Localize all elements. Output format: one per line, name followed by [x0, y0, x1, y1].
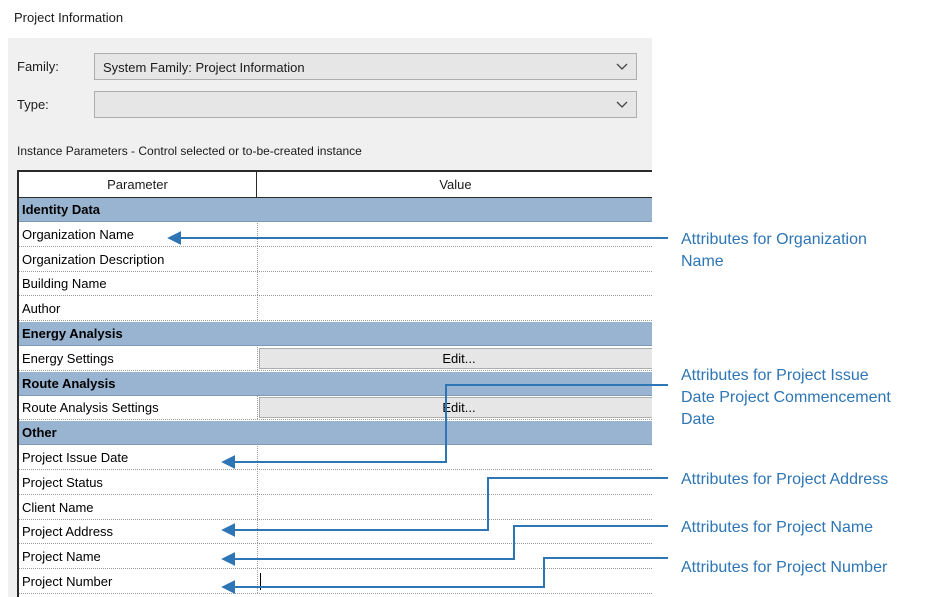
annotation-line: Attributes for Organization — [681, 231, 867, 248]
annotation-line: Date — [681, 411, 715, 428]
parameter-name: Route Analysis Settings — [22, 400, 159, 416]
column-separator — [257, 297, 258, 321]
column-separator — [257, 520, 258, 544]
chevron-down-icon[interactable] — [616, 101, 628, 109]
parameter-column-header[interactable]: Parameter — [19, 172, 257, 198]
annotation-project-address: Attributes for Project Address — [681, 471, 889, 488]
group-label: Identity Data — [22, 202, 101, 217]
parameter-row-building-name[interactable]: Building Name — [19, 272, 652, 297]
column-separator — [257, 446, 258, 469]
group-row-route-analysis[interactable]: Route Analysis — [19, 371, 652, 396]
parameter-row-author[interactable]: Author — [19, 297, 652, 322]
column-separator — [257, 545, 258, 569]
parameter-name: Building Name — [22, 276, 107, 292]
annotation-project-name: Attributes for Project Name — [681, 519, 874, 536]
parameter-name: Project Number — [22, 574, 113, 589]
group-label: Other — [22, 425, 57, 441]
group-row-energy-analysis[interactable]: Energy Analysis — [19, 322, 652, 346]
family-label: Family: — [17, 59, 59, 74]
column-separator — [257, 495, 258, 519]
type-dropdown[interactable] — [94, 91, 637, 118]
annotation-line: Date Project Commencement — [681, 389, 891, 406]
parameter-row-project-address[interactable]: Project Address — [19, 520, 652, 545]
group-row-identity-data[interactable]: Identity Data — [19, 198, 652, 222]
text-caret — [260, 573, 261, 590]
column-separator — [257, 470, 258, 494]
parameter-row-project-name[interactable]: Project Name — [19, 545, 652, 570]
instance-parameters-caption: Instance Parameters - Control selected o… — [17, 144, 362, 158]
column-separator — [257, 570, 258, 593]
column-separator — [257, 346, 258, 370]
annotation-line: Name — [681, 253, 724, 270]
parameter-row-project-status[interactable]: Project Status — [19, 470, 652, 495]
value-column-header[interactable]: Value — [257, 172, 652, 198]
parameter-row-project-issue-date[interactable]: Project Issue Date — [19, 446, 652, 470]
parameter-row-organization-name[interactable]: Organization Name — [19, 222, 652, 247]
group-row-other[interactable]: Other — [19, 421, 652, 446]
window-title: Project Information — [14, 10, 124, 25]
type-label: Type: — [17, 97, 49, 112]
parameter-name: Project Name — [22, 549, 101, 565]
annotation-project-number: Attributes for Project Number — [681, 559, 888, 576]
edit-button[interactable]: Edit... — [259, 397, 652, 419]
chevron-down-icon[interactable] — [616, 63, 628, 71]
parameter-row-client-name[interactable]: Client Name — [19, 495, 652, 520]
parameter-row-organization-description[interactable]: Organization Description — [19, 247, 652, 272]
parameters-table: Parameter Value Identity Data Organizatio… — [17, 170, 652, 597]
column-separator — [257, 247, 258, 271]
column-separator — [257, 222, 258, 246]
annotation-organization-name: Attributes for Organization Name — [681, 229, 867, 273]
family-value: System Family: Project Information — [103, 60, 305, 75]
parameter-name: Organization Name — [22, 226, 134, 242]
group-label: Route Analysis — [22, 375, 116, 391]
parameter-row-energy-settings[interactable]: Energy Settings Edit... — [19, 346, 652, 371]
parameter-name: Project Status — [22, 474, 103, 490]
column-separator — [257, 396, 258, 420]
parameter-name: Energy Settings — [22, 350, 114, 366]
annotation-line: Attributes for Project Issue — [681, 367, 869, 384]
group-label: Energy Analysis — [22, 326, 123, 341]
edit-button[interactable]: Edit... — [259, 347, 652, 369]
parameter-name: Client Name — [22, 499, 94, 515]
parameter-row-route-analysis-settings[interactable]: Route Analysis Settings Edit... — [19, 396, 652, 421]
annotation-project-issue-date: Attributes for Project Issue Date Projec… — [681, 365, 891, 431]
family-dropdown[interactable]: System Family: Project Information — [94, 53, 637, 80]
parameter-name: Author — [22, 301, 61, 317]
parameter-name: Organization Description — [22, 251, 165, 267]
parameter-row-project-number[interactable]: Project Number — [19, 570, 652, 594]
column-separator — [257, 272, 258, 296]
parameter-name: Project Issue Date — [22, 450, 129, 465]
parameter-name: Project Address — [22, 524, 114, 540]
